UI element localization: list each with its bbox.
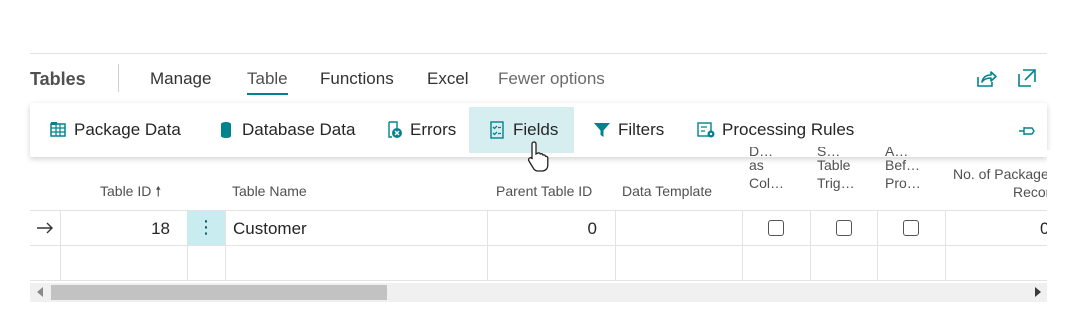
cell-table-name[interactable]: Customer xyxy=(233,218,307,240)
grid-row-divider xyxy=(30,245,1047,246)
grid-col-divider xyxy=(810,211,811,280)
fields-button[interactable]: Fields xyxy=(469,107,575,153)
column-header-col6-line1: S… xyxy=(817,147,841,156)
column-header-col7[interactable]: A… Bef… Pro… xyxy=(885,147,921,192)
column-header-col7-line2: Bef… xyxy=(885,157,921,173)
sort-ascending-icon: 🠕 xyxy=(155,183,162,199)
column-header-no-package-line1: No. of Package xyxy=(953,166,1047,182)
filter-icon xyxy=(592,120,612,140)
cell-col6-checkbox[interactable] xyxy=(836,220,852,236)
tab-manage[interactable]: Manage xyxy=(150,68,211,90)
pin-icon[interactable] xyxy=(1017,121,1037,141)
header-separator xyxy=(118,64,119,92)
column-header-col6-line3: Trig… xyxy=(817,175,855,191)
grid-col-divider xyxy=(877,211,878,280)
fields-icon xyxy=(487,120,507,140)
errors-label: Errors xyxy=(410,120,457,139)
cell-col5-checkbox[interactable] xyxy=(768,220,784,236)
scrollbar-thumb[interactable] xyxy=(51,285,387,300)
column-header-col7-line1: A… xyxy=(885,147,909,156)
grid-clip xyxy=(1047,150,1087,300)
column-header-col7-line3: Pro… xyxy=(885,175,921,191)
grid-col-divider xyxy=(742,211,743,280)
database-data-button[interactable]: Database Data xyxy=(212,107,359,153)
scroll-right-arrow-icon[interactable] xyxy=(1035,287,1041,297)
filters-button[interactable]: Filters xyxy=(588,107,668,153)
errors-button[interactable]: Errors xyxy=(380,107,460,153)
package-data-icon xyxy=(48,120,68,140)
fields-label: Fields xyxy=(513,120,559,139)
grid-header-divider xyxy=(30,210,1047,211)
share-icon[interactable] xyxy=(974,66,998,90)
horizontal-scrollbar[interactable] xyxy=(30,283,1047,302)
current-row-arrow-icon xyxy=(37,222,53,234)
column-header-no-package-line2: Records xyxy=(1013,184,1047,200)
column-header-parent-table-id[interactable]: Parent Table ID xyxy=(496,182,592,200)
filters-label: Filters xyxy=(618,120,665,139)
column-header-table-name[interactable]: Table Name xyxy=(232,182,307,200)
scroll-left-arrow-icon[interactable] xyxy=(37,287,43,297)
grid-col-divider xyxy=(615,211,616,280)
cell-table-id[interactable]: 18 xyxy=(60,218,170,240)
expand-icon[interactable] xyxy=(1015,66,1039,90)
database-icon xyxy=(216,120,236,140)
package-data-button[interactable]: Package Data xyxy=(44,107,185,153)
package-data-label: Package Data xyxy=(74,120,181,139)
column-header-col5[interactable]: D… as Col… xyxy=(749,147,784,192)
column-header-data-template[interactable]: Data Template xyxy=(622,182,712,200)
errors-icon xyxy=(384,120,404,140)
top-divider xyxy=(30,53,1047,54)
column-header-col5-line1: D… xyxy=(749,147,774,156)
tab-excel[interactable]: Excel xyxy=(427,68,469,90)
column-header-col5-line3: Col… xyxy=(749,175,785,191)
column-header-col6-line2: Table xyxy=(817,157,851,173)
processing-rules-label: Processing Rules xyxy=(722,120,855,139)
column-header-table-id-label: Table ID xyxy=(100,183,152,199)
grid-col-divider xyxy=(225,211,226,280)
hand-cursor-icon xyxy=(527,141,549,172)
tab-table[interactable]: Table xyxy=(247,68,288,95)
column-header-col6[interactable]: S… Table Trig… xyxy=(817,147,855,192)
database-data-label: Database Data xyxy=(242,120,356,139)
page-part-title: Tables xyxy=(30,69,86,89)
column-header-no-of-package-records[interactable]: No. of Package Records xyxy=(953,165,1047,201)
column-header-table-id[interactable]: Table ID 🠕 xyxy=(100,182,161,200)
processing-rules-icon xyxy=(696,120,716,140)
cell-col7-checkbox[interactable] xyxy=(903,220,919,236)
cell-parent-table-id[interactable]: 0 xyxy=(487,218,597,240)
grid-col-divider xyxy=(945,211,946,280)
tab-functions[interactable]: Functions xyxy=(320,68,394,90)
grid-row-divider xyxy=(30,280,1047,281)
column-header-col5-line2: as xyxy=(749,157,764,173)
row-actions-menu-button[interactable]: ⋮ xyxy=(187,211,225,245)
tab-fewer-options[interactable]: Fewer options xyxy=(498,68,605,90)
